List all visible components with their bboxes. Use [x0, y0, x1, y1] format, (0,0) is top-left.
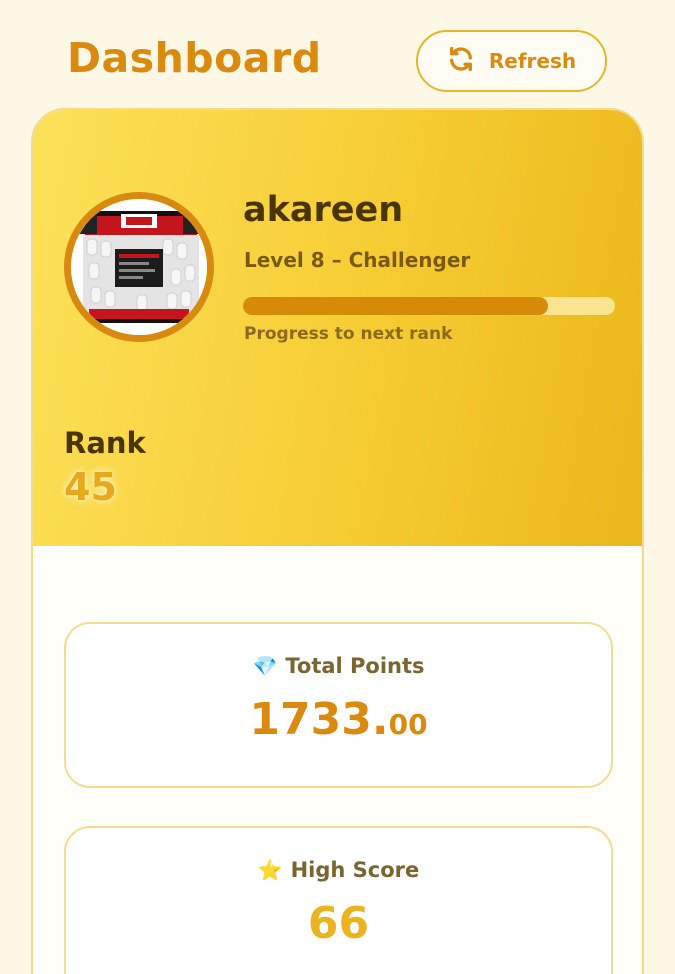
diamond-icon: 💎: [252, 654, 278, 678]
high-score-label: High Score: [290, 858, 420, 882]
total-points-label: Total Points: [285, 654, 425, 678]
dashboard-page: Dashboard Refresh akareen Level 8 – Chal…: [0, 0, 675, 974]
rank-progress-fill: [243, 297, 549, 315]
product-bag-image: [71, 199, 207, 335]
total-points-value: 1733.00: [66, 694, 611, 745]
high-score-value: 66: [307, 898, 370, 949]
page-title: Dashboard: [67, 34, 322, 82]
profile-header: akareen Level 8 – Challenger Progress to…: [33, 110, 642, 546]
rank-value: 45: [64, 465, 117, 509]
level-label: Level 8 – Challenger: [244, 248, 471, 272]
high-score-card: ⭐ High Score 66: [64, 826, 613, 974]
profile-card: akareen Level 8 – Challenger Progress to…: [31, 108, 644, 974]
total-points-decimal: 00: [388, 708, 428, 741]
username: akareen: [243, 190, 404, 230]
progress-label: Progress to next rank: [244, 324, 453, 344]
rank-label: Rank: [64, 426, 146, 460]
total-points-integer: 1733.: [249, 694, 389, 745]
star-icon: ⭐: [257, 858, 283, 882]
refresh-label: Refresh: [488, 49, 577, 73]
refresh-icon: [447, 45, 475, 78]
rank-progress-bar: [243, 297, 615, 315]
total-points-card: 💎 Total Points 1733.00: [64, 622, 613, 788]
avatar: [64, 192, 214, 342]
refresh-button[interactable]: Refresh: [416, 30, 607, 92]
